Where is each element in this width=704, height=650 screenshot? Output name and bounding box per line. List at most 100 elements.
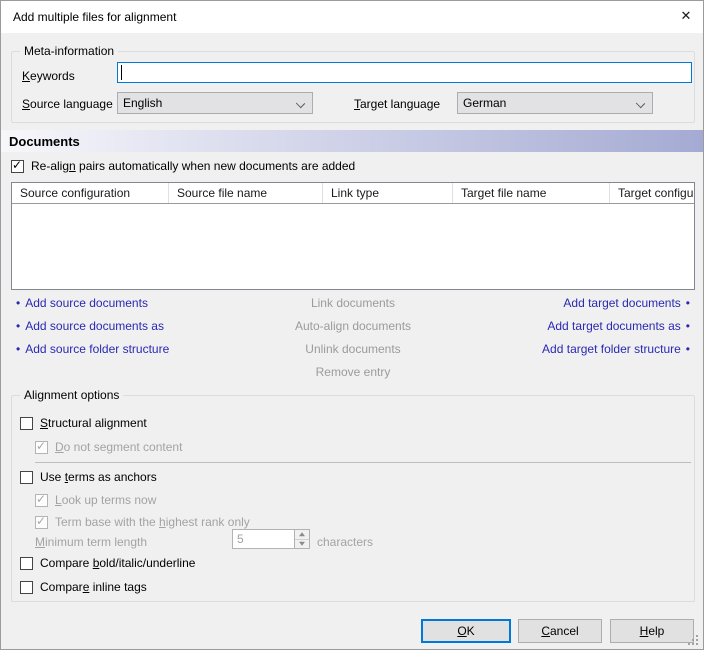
do-not-segment-row: ✓ Do not segment content <box>35 440 182 454</box>
add-multiple-files-dialog: Add multiple files for alignment ✕ Meta-… <box>0 0 704 650</box>
label-part: elp <box>648 624 664 638</box>
column-header-target-file-name[interactable]: Target file name <box>453 183 610 203</box>
add-target-folder-structure-link[interactable]: Add target folder structure <box>542 342 681 356</box>
dialog-title: Add multiple files for alignment <box>13 10 176 24</box>
cancel-button[interactable]: Cancel <box>518 619 602 643</box>
action-cell: Add target documents as • <box>445 314 695 337</box>
target-language-select[interactable]: German <box>457 92 653 114</box>
close-button[interactable]: ✕ <box>669 1 703 31</box>
target-language-label: Target language <box>354 97 440 111</box>
label-part: ancel <box>550 624 579 638</box>
compare-inline-tags-label: Compare inline tags <box>40 580 147 594</box>
do-not-segment-label: Do not segment content <box>55 440 182 454</box>
action-cell: • Add source documents <box>11 291 261 314</box>
realign-checkbox-row: ✓ Re-align pairs automatically when new … <box>11 159 355 173</box>
spinner-buttons <box>294 530 309 548</box>
unlink-documents-action: Unlink documents <box>305 342 400 356</box>
add-source-documents-link[interactable]: Add source documents <box>25 296 148 310</box>
remove-entry-action: Remove entry <box>316 365 391 379</box>
ok-button[interactable]: OK <box>421 619 511 643</box>
label-part: L <box>55 493 62 507</box>
action-cell: Link documents <box>261 291 445 314</box>
compare-bold-italic-underline-checkbox[interactable] <box>20 557 33 570</box>
spin-up-button <box>295 530 309 540</box>
close-icon: ✕ <box>681 8 692 24</box>
alignment-options-group-label: Alignment options <box>20 388 123 403</box>
add-target-documents-link[interactable]: Add target documents <box>563 296 680 310</box>
label-part: Compare <box>40 556 93 570</box>
document-actions: • Add source documents Link documents Ad… <box>11 291 695 383</box>
label-part: Compar <box>40 580 83 594</box>
action-cell: Auto-align documents <box>261 314 445 337</box>
label-part: inimum term length <box>45 535 147 549</box>
look-up-terms-now-label: Look up terms now <box>55 493 156 507</box>
look-up-terms-now-checkbox: ✓ <box>35 494 48 507</box>
column-header-source-configuration[interactable]: Source configuration <box>12 183 169 203</box>
add-target-documents-as-link[interactable]: Add target documents as <box>547 319 680 333</box>
check-icon: ✓ <box>36 515 46 528</box>
column-header-source-file-name[interactable]: Source file name <box>169 183 323 203</box>
structural-alignment-checkbox[interactable] <box>20 417 33 430</box>
documents-section-title: Documents <box>1 134 80 149</box>
label-part: M <box>35 535 45 549</box>
spin-down-button <box>295 540 309 549</box>
structural-alignment-label: Structural alignment <box>40 416 147 430</box>
minimum-term-length-value: 5 <box>233 530 294 548</box>
add-source-folder-structure-link[interactable]: Add source folder structure <box>25 342 169 356</box>
label-part: old/italic/underline <box>99 556 195 570</box>
label-part: C <box>541 624 550 638</box>
meta-information-group-label: Meta-information <box>20 44 118 59</box>
label-part: ource language <box>30 97 113 111</box>
label-part: h <box>159 515 166 529</box>
label-part: pairs automatically when new documents a… <box>76 159 356 173</box>
meta-information-group: Meta-information Keywords Source languag… <box>11 51 695 123</box>
label-part: S <box>22 97 30 111</box>
keywords-input[interactable] <box>117 62 692 83</box>
keywords-label: Keywords <box>22 69 75 83</box>
realign-checkbox[interactable]: ✓ <box>11 160 24 173</box>
compare-bold-italic-underline-label: Compare bold/italic/underline <box>40 556 195 570</box>
use-terms-as-anchors-checkbox[interactable] <box>20 471 33 484</box>
bullet-icon: • <box>686 319 690 333</box>
label-part: eywords <box>30 69 75 83</box>
documents-table-body[interactable] <box>12 204 694 290</box>
action-cell: Add target documents • <box>445 291 695 314</box>
label-part: tructural alignment <box>48 416 147 430</box>
documents-table: Source configuration Source file name Li… <box>11 182 695 290</box>
bullet-icon: • <box>16 319 20 333</box>
label-part: K <box>22 69 30 83</box>
source-language-select[interactable]: English <box>117 92 313 114</box>
look-up-terms-row: ✓ Look up terms now <box>35 493 156 507</box>
label-part: D <box>55 440 64 454</box>
compare-inline-tags-checkbox[interactable] <box>20 581 33 594</box>
label-part: n <box>69 159 76 173</box>
source-language-label: Source language <box>22 97 113 111</box>
column-header-target-configuration[interactable]: Target configuration <box>610 183 694 203</box>
realign-checkbox-label: Re-align pairs automatically when new do… <box>31 159 355 173</box>
bullet-icon: • <box>16 342 20 356</box>
action-cell: Remove entry <box>261 360 445 383</box>
label-part: ighest rank only <box>166 515 250 529</box>
action-cell: Unlink documents <box>261 337 445 360</box>
link-documents-action: Link documents <box>311 296 395 310</box>
minimum-term-length-label: Minimum term length <box>35 535 147 549</box>
characters-unit-label: characters <box>317 535 373 549</box>
term-base-highest-rank-checkbox: ✓ <box>35 516 48 529</box>
action-cell <box>11 360 261 383</box>
bullet-icon: • <box>686 296 690 310</box>
column-header-link-type[interactable]: Link type <box>323 183 453 203</box>
label-part: S <box>40 416 48 430</box>
spin-up-icon <box>299 532 305 536</box>
documents-table-header: Source configuration Source file name Li… <box>12 183 694 204</box>
label-part: Use <box>40 470 65 484</box>
label-part: inline tags <box>89 580 146 594</box>
use-terms-row: Use terms as anchors <box>20 470 157 484</box>
label-part: erms as anchors <box>68 470 157 484</box>
check-icon: ✓ <box>36 493 46 506</box>
action-cell: • Add source documents as <box>11 314 261 337</box>
alignment-options-group: Alignment options Structural alignment ✓… <box>11 395 695 602</box>
resize-grip[interactable] <box>688 635 699 646</box>
auto-align-documents-action: Auto-align documents <box>295 319 411 333</box>
add-source-documents-as-link[interactable]: Add source documents as <box>25 319 164 333</box>
help-button[interactable]: Help <box>610 619 694 643</box>
